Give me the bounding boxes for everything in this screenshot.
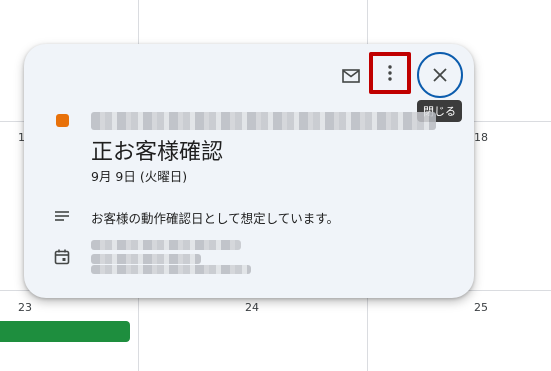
close-button[interactable] xyxy=(417,52,463,98)
event-color-indicator xyxy=(56,114,69,127)
redacted-calendar-detail xyxy=(91,254,201,264)
event-date: 9月 9日 (火曜日) xyxy=(91,169,188,184)
calendar-event-chip[interactable] xyxy=(0,321,130,342)
day-number[interactable]: 18 xyxy=(474,131,488,144)
redacted-title xyxy=(91,112,436,130)
mail-icon xyxy=(342,69,360,83)
email-guests-button[interactable] xyxy=(336,61,366,91)
notes-icon xyxy=(55,211,69,221)
redacted-calendar-detail xyxy=(91,265,251,274)
more-options-button[interactable] xyxy=(369,52,411,94)
event-description: お客様の動作確認日として想定しています。 xyxy=(91,211,340,226)
day-number[interactable]: 23 xyxy=(18,301,32,314)
calendar-icon xyxy=(54,249,70,265)
event-title: 正お客様確認 xyxy=(91,140,224,165)
redacted-calendar-name xyxy=(91,240,241,250)
close-icon xyxy=(433,68,447,82)
day-number[interactable]: 24 xyxy=(245,301,259,314)
more-vert-icon xyxy=(388,65,392,81)
event-detail-popup: 閉じる 正お客様確認 9月 9日 (火曜日) お客様の動作確認日として想定してい… xyxy=(24,44,474,298)
day-number[interactable]: 25 xyxy=(474,301,488,314)
